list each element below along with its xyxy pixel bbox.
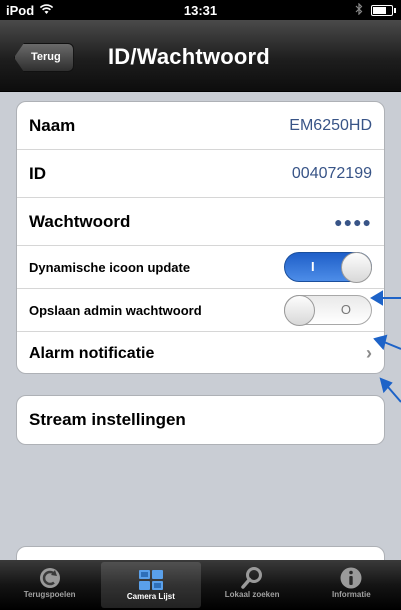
toggle-off-glyph: O [340, 302, 351, 317]
name-row[interactable]: Naam EM6250HD [17, 102, 384, 150]
dynamic-icon-update-toggle[interactable]: I [284, 252, 372, 283]
tab-bar: Terugspoelen Camera Lijst Lokaal zoeken [0, 560, 401, 610]
password-row[interactable]: Wachtwoord ●●●● [17, 198, 384, 246]
tab-label: Lokaal zoeken [224, 590, 280, 599]
tab-label: Camera Lijst [126, 592, 175, 601]
camera-settings-group: Naam EM6250HD ID 004072199 Wachtwoord ●●… [16, 101, 385, 374]
id-label: ID [29, 163, 46, 183]
toggle-knob [284, 295, 315, 326]
stream-settings-row[interactable]: Stream instellingen [16, 395, 385, 445]
bluetooth-icon [355, 2, 363, 18]
battery-icon [371, 5, 396, 16]
tab-local-search[interactable]: Lokaal zoeken [203, 560, 302, 610]
status-time: 13:31 [183, 3, 218, 18]
alarm-notification-label: Alarm notificatie [29, 344, 155, 362]
tab-label: Terugspoelen [23, 590, 76, 599]
tab-rewind[interactable]: Terugspoelen [0, 560, 99, 610]
next-group-partial [16, 546, 385, 560]
password-value: ●●●● [334, 213, 372, 230]
camera-list-icon [101, 562, 200, 592]
save-admin-password-toggle[interactable]: O [284, 295, 372, 326]
save-admin-password-row: Opslaan admin wachtwoord O [17, 289, 384, 332]
back-button[interactable]: Terug [14, 43, 74, 72]
name-label: Naam [29, 115, 76, 135]
status-bar: iPod 13:31 [0, 0, 401, 20]
status-right [355, 2, 396, 18]
dynamic-icon-update-row: Dynamische icoon update I [17, 246, 384, 289]
save-admin-password-label: Opslaan admin wachtwoord [29, 302, 202, 318]
name-value: EM6250HD [289, 116, 372, 134]
stream-settings-label: Stream instellingen [29, 410, 186, 429]
alarm-notification-row[interactable]: Alarm notificatie › [17, 332, 384, 375]
settings-content[interactable]: Naam EM6250HD ID 004072199 Wachtwoord ●●… [0, 92, 401, 560]
navigation-bar: Terug ID/Wachtwoord [0, 20, 401, 92]
toggle-on-glyph: I [311, 259, 315, 274]
tab-information[interactable]: Informatie [302, 560, 401, 610]
rewind-icon [0, 560, 99, 590]
id-value: 004072199 [291, 164, 372, 182]
toggle-knob [341, 252, 372, 283]
search-icon [203, 560, 302, 590]
chevron-right-icon: › [366, 343, 372, 363]
tab-label: Informatie [332, 590, 371, 599]
tab-camera-list[interactable]: Camera Lijst [101, 562, 201, 608]
dynamic-icon-update-label: Dynamische icoon update [29, 259, 191, 275]
password-label: Wachtwoord [29, 211, 131, 231]
id-row[interactable]: ID 004072199 [17, 150, 384, 198]
page-title: ID/Wachtwoord [108, 44, 270, 69]
info-icon [302, 560, 401, 590]
